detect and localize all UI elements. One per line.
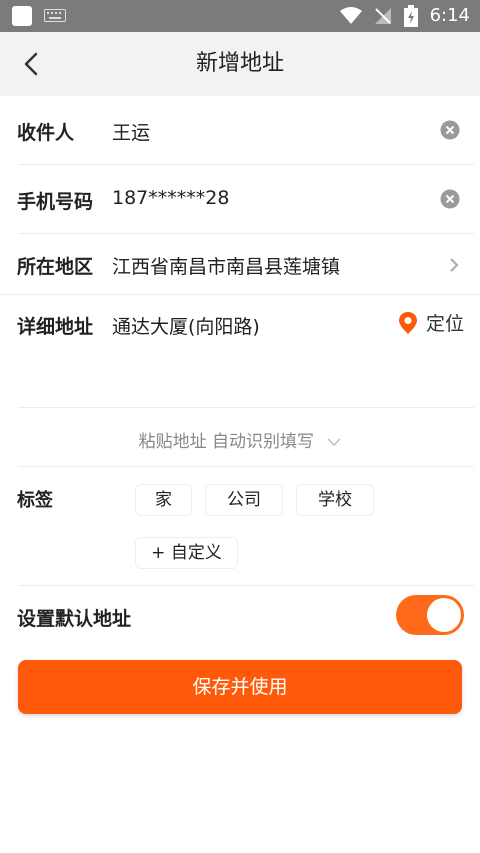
address-form: 收件人 王运 手机号码 187******28 所在地区 江西省南昌市南昌县莲塘… [0,96,480,853]
detail-label: 详细地址 [17,316,94,338]
divider [18,466,474,467]
chevron-right-icon[interactable] [448,256,460,274]
default-address-toggle[interactable] [396,595,464,635]
wifi-icon [339,7,362,24]
locate-label: 定位 [425,313,464,335]
toggle-knob [427,598,461,632]
region-row[interactable]: 所在地区 江西省南昌市南昌县莲塘镇 [0,234,480,294]
divider [18,585,474,586]
clear-icon[interactable] [440,189,460,209]
status-icons: 6:14 [339,0,470,32]
recipient-row: 收件人 王运 [0,96,480,164]
signal-icon [374,8,391,24]
detail-input[interactable]: 通达大厦(向阳路) [112,312,260,339]
location-pin-icon [398,311,417,334]
status-bar: 6:14 [0,0,480,32]
region-label: 所在地区 [17,256,94,278]
tag-home[interactable]: 家 [135,484,192,516]
recipient-label: 收件人 [17,122,75,144]
region-value[interactable]: 江西省南昌市南昌县莲塘镇 [112,252,340,279]
keyboard-icon [44,9,66,22]
recipient-input[interactable]: 王运 [112,118,150,145]
paste-address-button[interactable]: 粘贴地址 自动识别填写 [0,427,480,452]
phone-label: 手机号码 [17,191,94,213]
chevron-down-icon [327,438,341,447]
clear-icon[interactable] [440,120,460,140]
save-and-use-button[interactable]: 保存并使用 [18,660,462,714]
default-address-label: 设置默认地址 [17,608,132,630]
detail-row: 详细地址 通达大厦(向阳路) 定位 [0,295,480,407]
tag-custom-button[interactable]: + 自定义 [135,537,238,569]
back-icon[interactable] [18,50,46,78]
battery-icon [403,5,418,27]
phone-input[interactable]: 187******28 [112,187,229,209]
phone-row: 手机号码 187******28 [0,165,480,233]
page-title: 新增地址 [195,51,284,76]
app-header: 新增地址 [0,32,480,96]
divider [18,407,474,408]
paste-label: 粘贴地址 自动识别填写 [138,432,314,452]
tag-school[interactable]: 学校 [296,484,374,516]
tags-label: 标签 [17,490,53,511]
locate-button[interactable]: 定位 [398,309,464,336]
status-time: 6:14 [429,5,470,26]
tag-company[interactable]: 公司 [205,484,283,516]
notification-icon [12,6,32,26]
